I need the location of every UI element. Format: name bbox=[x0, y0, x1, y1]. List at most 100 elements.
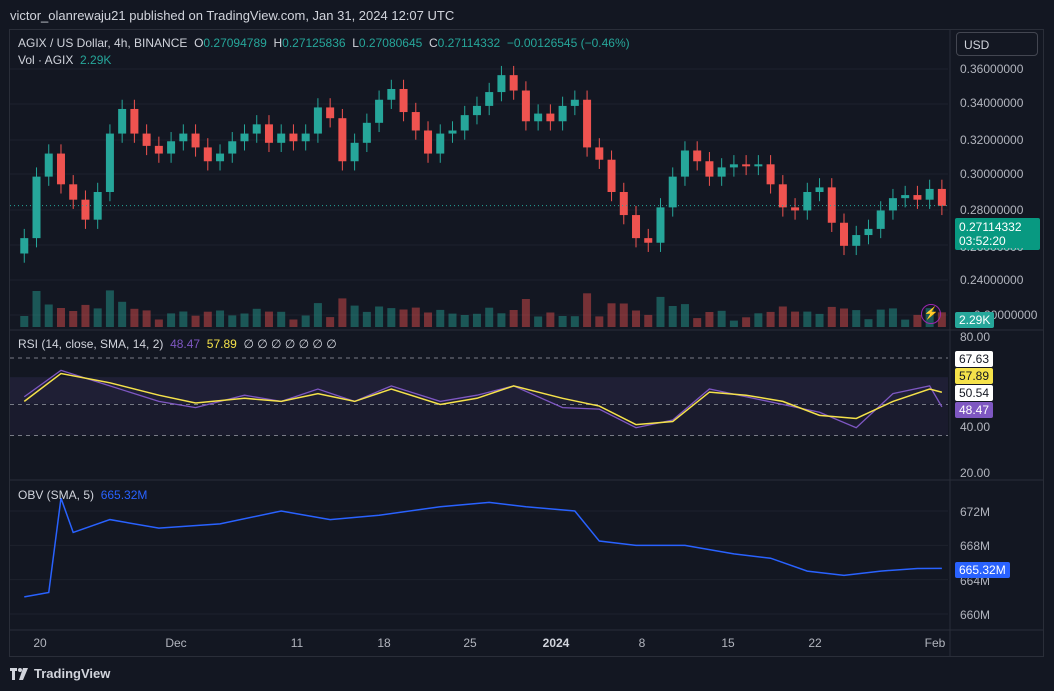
obv-axis-label: 672M bbox=[960, 505, 991, 519]
candle-body bbox=[240, 133, 249, 142]
candle-body bbox=[509, 75, 518, 91]
volume-bar bbox=[570, 316, 579, 327]
price-axis-label: 0.36000000 bbox=[960, 62, 1024, 76]
price-axis-label: 0.34000000 bbox=[960, 96, 1024, 110]
volume-bar bbox=[827, 306, 836, 327]
candle-body bbox=[216, 153, 225, 162]
currency-button[interactable]: USD bbox=[956, 32, 1038, 56]
obv-value: 665.32M bbox=[100, 488, 148, 502]
low-value: 0.27080645 bbox=[358, 36, 423, 50]
volume-bar bbox=[228, 315, 237, 327]
candle-body bbox=[901, 195, 910, 199]
obv-axis-label: 668M bbox=[960, 539, 991, 553]
volume-bar bbox=[32, 291, 41, 327]
volume-bar bbox=[142, 310, 151, 327]
time-axis-label: Feb bbox=[924, 636, 946, 650]
volume-bar bbox=[680, 304, 689, 327]
candle-body bbox=[264, 124, 273, 143]
volume-bar bbox=[815, 313, 824, 327]
open-label: O bbox=[194, 36, 204, 50]
candle-body bbox=[705, 161, 714, 177]
candle-body bbox=[424, 130, 433, 154]
candle-body bbox=[876, 210, 885, 229]
volume-bar bbox=[656, 296, 665, 327]
candle-body bbox=[656, 207, 665, 243]
candle-body bbox=[81, 199, 90, 220]
rsi-band bbox=[10, 403, 948, 436]
volume-bar bbox=[754, 313, 763, 327]
candle-body bbox=[570, 99, 579, 106]
tradingview-logo[interactable]: TradingView bbox=[10, 666, 110, 681]
low-label: L bbox=[352, 36, 359, 50]
rsi-band bbox=[10, 377, 948, 404]
time-axis-label: 2024 bbox=[542, 636, 570, 650]
volume-bar bbox=[864, 319, 873, 327]
volume-bar bbox=[252, 308, 261, 327]
rsi-label[interactable]: RSI (14, close, SMA, 14, 2) bbox=[18, 337, 163, 351]
volume-bar bbox=[693, 318, 702, 327]
volume-bar bbox=[44, 304, 53, 327]
candle-body bbox=[852, 235, 861, 246]
volume-bar bbox=[81, 304, 90, 327]
candle-body bbox=[375, 99, 384, 123]
candle-body bbox=[632, 215, 641, 239]
candle-body bbox=[44, 153, 53, 177]
candle-body bbox=[326, 107, 335, 119]
candle-body bbox=[766, 164, 775, 185]
candle-body bbox=[717, 167, 726, 177]
volume-bar bbox=[632, 310, 641, 327]
rsi-upper-tag: 67.63 bbox=[955, 351, 994, 367]
volume-bar bbox=[546, 312, 555, 327]
time-axis-label: 15 bbox=[721, 636, 735, 650]
candle-body bbox=[191, 133, 200, 148]
close-value: 0.27114332 bbox=[437, 36, 501, 50]
lightning-icon[interactable]: ⚡ bbox=[921, 304, 941, 324]
rsi-lower-tag: 50.54 bbox=[955, 385, 994, 401]
rsi-axis-label: 20.00 bbox=[960, 466, 991, 480]
volume-bar bbox=[448, 313, 457, 327]
tradingview-logo-icon bbox=[10, 667, 28, 680]
candle-body bbox=[668, 176, 677, 208]
volume-bar bbox=[644, 314, 653, 327]
open-value: 0.27094789 bbox=[203, 36, 267, 50]
volume-bar bbox=[888, 308, 897, 327]
volume-bar bbox=[791, 311, 800, 327]
volume-bar bbox=[289, 319, 298, 327]
candle-body bbox=[595, 147, 604, 160]
candle-body bbox=[729, 164, 738, 168]
volume-bar bbox=[93, 308, 102, 327]
volume-bar bbox=[338, 298, 347, 327]
time-axis-label: 22 bbox=[808, 636, 822, 650]
symbol-label[interactable]: AGIX / US Dollar, 4h, BINANCE bbox=[18, 36, 187, 50]
candle-body bbox=[142, 133, 151, 146]
candle-body bbox=[485, 92, 494, 106]
candle-body bbox=[167, 141, 176, 154]
volume-label: Vol · AGIX bbox=[18, 53, 74, 67]
obv-line bbox=[24, 497, 942, 598]
obv-label[interactable]: OBV (SMA, 5) bbox=[18, 488, 94, 502]
candle-body bbox=[313, 107, 322, 134]
time-axis-label: 18 bbox=[377, 636, 391, 650]
rsi-placeholders: ∅ ∅ ∅ ∅ ∅ ∅ ∅ bbox=[243, 337, 337, 351]
candle-body bbox=[32, 176, 41, 239]
volume-bar bbox=[264, 311, 273, 327]
volume-bar bbox=[191, 315, 200, 327]
time-axis-label: 11 bbox=[290, 636, 304, 650]
rsi-sma-value: 57.89 bbox=[206, 337, 237, 351]
candle-body bbox=[644, 238, 653, 243]
volume-bar bbox=[668, 306, 677, 327]
candle-body bbox=[411, 112, 420, 131]
candle-body bbox=[742, 164, 751, 167]
candle-body bbox=[252, 124, 261, 134]
volume-bar bbox=[399, 309, 408, 327]
candle-body bbox=[301, 133, 310, 142]
volume-bar bbox=[216, 310, 225, 327]
candle-body bbox=[20, 238, 29, 254]
candle-body bbox=[69, 184, 78, 200]
obv-value-tag: 665.32M bbox=[955, 562, 1010, 578]
volume-bar bbox=[876, 309, 885, 327]
candle-body bbox=[203, 147, 212, 162]
candle-body bbox=[827, 187, 836, 223]
candle-body bbox=[864, 228, 873, 236]
volume-bar bbox=[56, 308, 65, 327]
